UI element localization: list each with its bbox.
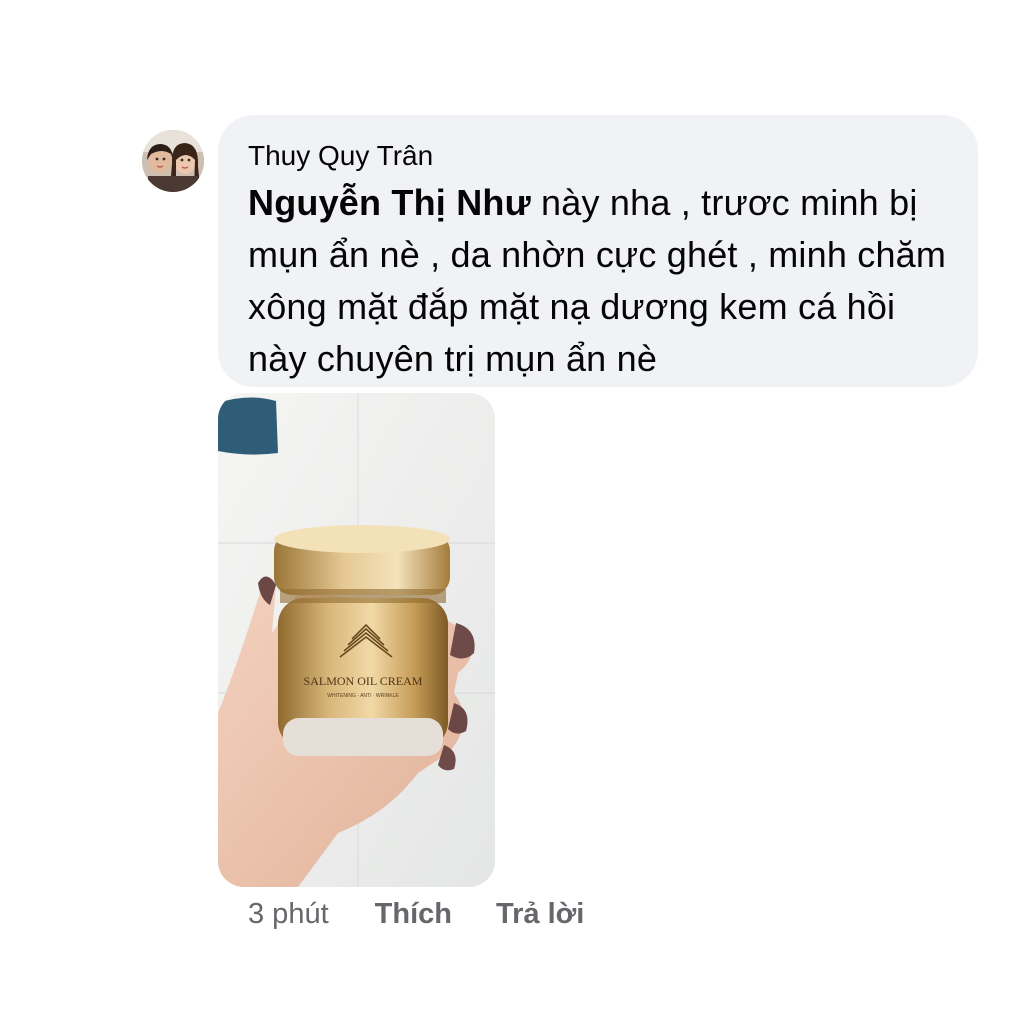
photo-product-sublabel: WHITENING · ANTI · WRINKLE [327, 693, 399, 699]
comment-timestamp[interactable]: 3 phút [248, 898, 329, 931]
avatar[interactable] [142, 130, 204, 192]
comment-body: Nguyễn Thị Như này nha , trươc minh bị m… [248, 177, 948, 385]
photo-product-label: SALMON OIL CREAM [304, 674, 423, 688]
comment-page: Thuy Quy Trân Nguyễn Thị Như này nha , t… [0, 0, 1024, 1024]
avatar-image [142, 130, 204, 192]
reply-button[interactable]: Trả lời [496, 898, 584, 931]
like-button[interactable]: Thích [375, 898, 452, 931]
product-photo: SALMON OIL CREAM WHITENING · ANTI · WRIN… [218, 393, 495, 887]
comment-actions: 3 phút Thích Trả lời [248, 894, 584, 934]
comment-author[interactable]: Thuy Quy Trân [248, 139, 948, 173]
attached-photo[interactable]: SALMON OIL CREAM WHITENING · ANTI · WRIN… [218, 393, 495, 887]
mention-link[interactable]: Nguyễn Thị Như [248, 182, 531, 223]
comment-bubble: Thuy Quy Trân Nguyễn Thị Như này nha , t… [218, 115, 978, 387]
